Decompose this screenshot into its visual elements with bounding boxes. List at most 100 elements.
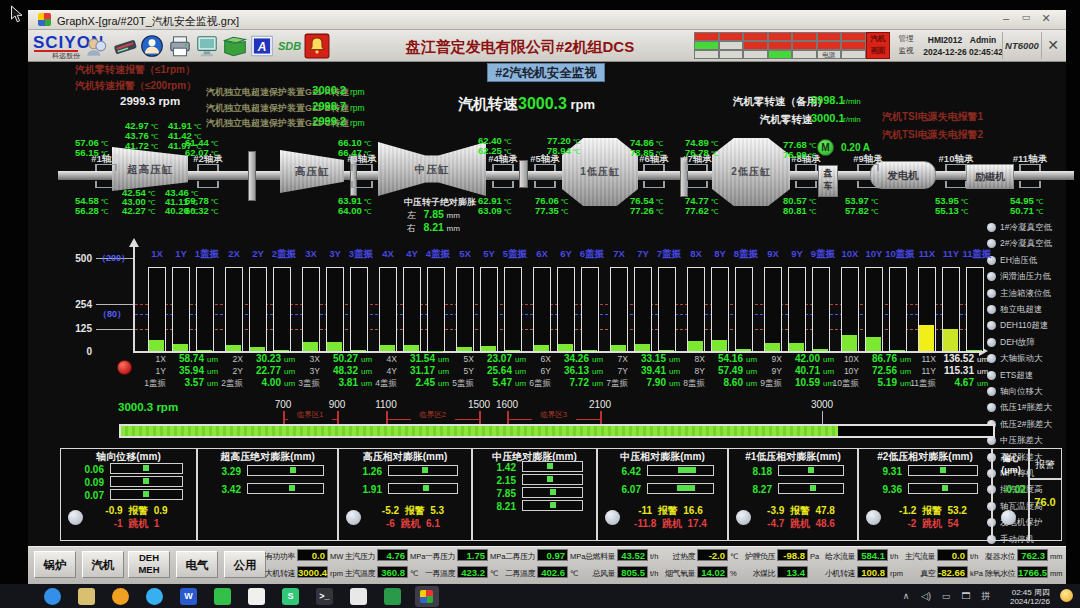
nav-button-deh[interactable]: DEHMEH xyxy=(128,551,170,578)
word-app-icon[interactable]: W xyxy=(180,588,197,605)
alarm-matrix-cell xyxy=(768,32,793,41)
gauge-indicator xyxy=(550,502,556,508)
alarm-bell-icon[interactable] xyxy=(304,33,330,59)
s-app-icon[interactable]: S xyxy=(282,588,299,605)
legend-item-label: 独立电超速 xyxy=(1000,304,1043,316)
reading-unit: t/h xyxy=(890,552,898,561)
vibration-table-label: 10Y xyxy=(827,366,859,376)
chart-bar-fill xyxy=(842,335,857,351)
screen: GraphX-[gra/#20T_汽机安全监视.grx] – ▭ ✕ SCIYO… xyxy=(0,0,1080,608)
reading-value: 13.4 xyxy=(777,566,808,578)
toolbar-close-icon[interactable]: ✕ xyxy=(1044,36,1062,54)
gauge-value: 0.06 xyxy=(62,464,104,475)
chart-status-dot xyxy=(117,360,132,375)
legend-item-label: 2#冷凝真空低 xyxy=(1000,238,1052,250)
reading-label: 烟气氧量 xyxy=(662,568,695,579)
rpm-zone-tick xyxy=(337,411,339,424)
chart-bar-fill xyxy=(866,337,881,351)
panel-alarm-row: -3.9 报警 47.8 xyxy=(748,504,854,518)
chart-bar-fill xyxy=(149,340,164,351)
chart-bar-fill xyxy=(481,346,496,351)
alarm-matrix-cell xyxy=(792,50,817,59)
vibration-table-value: 7.72 xyxy=(551,377,589,388)
reading-unit: ℃ xyxy=(730,552,738,561)
panel-alarm-label: 报警 xyxy=(1030,458,1060,472)
alarm-matrix-cell xyxy=(743,41,768,50)
nav-button-汽机[interactable]: 汽机 xyxy=(82,551,124,578)
vibration-table-value: 30.23 xyxy=(243,353,281,364)
reading-label: 水煤比 xyxy=(742,568,775,579)
bearing-bracket xyxy=(351,181,373,188)
rpm-zone-tick xyxy=(283,411,285,424)
g11-speed-unit: rpm xyxy=(350,118,365,128)
speaker-icon[interactable]: ◁) xyxy=(918,590,934,603)
vibration-table-value: 7.90 xyxy=(628,377,666,388)
uhp-bottom-temp: 40.20 ℃ xyxy=(165,206,199,217)
legend-item-label: 大轴振动大 xyxy=(1000,353,1043,365)
panel-alarm-value: 76.0 xyxy=(1030,496,1060,508)
nav-button-锅炉[interactable]: 锅炉 xyxy=(34,551,76,578)
chevron-up-icon[interactable]: ∧ xyxy=(898,590,914,603)
reading-value: 43.52 xyxy=(617,549,648,561)
operator-icon[interactable] xyxy=(139,33,165,59)
terminal-icon[interactable]: >_ xyxy=(316,588,333,605)
folder-icon[interactable] xyxy=(222,33,248,59)
gauge-value: 1.42 xyxy=(474,462,516,473)
sdb-icon[interactable]: SDB xyxy=(277,36,303,56)
vibration-table-label: 11盖振 xyxy=(904,378,936,390)
document-icon[interactable] xyxy=(350,588,367,605)
alarm-matrix-cell xyxy=(792,32,817,41)
notes-app-icon[interactable] xyxy=(248,588,265,605)
vibration-table-value: 35.94 xyxy=(166,365,204,376)
mode-indicator[interactable]: 管理监视 xyxy=(893,33,919,59)
gauge-indicator xyxy=(547,463,553,469)
bearing-bracket xyxy=(945,164,967,171)
gauge-value: 8.27 xyxy=(730,484,772,495)
vibration-table-value: 33.15 xyxy=(628,353,666,364)
legend-item-label: DEH110超速 xyxy=(1000,320,1049,332)
close-button[interactable]: ✕ xyxy=(1038,12,1054,26)
tools-icon[interactable] xyxy=(112,33,138,59)
vibration-table-label: 6盖振 xyxy=(519,378,551,390)
chart-bar-fill xyxy=(457,347,472,351)
motor-current: 0.20 A xyxy=(841,142,870,153)
panel-divider xyxy=(1029,478,1062,480)
reading-value: 762.3 xyxy=(1017,549,1048,561)
nav-button-电气[interactable]: 电气 xyxy=(176,551,218,578)
weather-icon[interactable] xyxy=(1060,589,1073,602)
gauge-indicator xyxy=(290,467,296,473)
folder-icon[interactable] xyxy=(78,588,95,605)
chart-bar xyxy=(379,267,397,352)
chat-icon[interactable]: ▭ xyxy=(938,590,954,603)
display-icon[interactable]: 🗖 xyxy=(958,590,974,603)
bearing-bracket xyxy=(686,164,708,171)
wechat-icon[interactable] xyxy=(214,588,231,605)
nav-button-公用[interactable]: 公用 xyxy=(224,551,266,578)
reading-label: 炉膛负压 xyxy=(742,551,775,562)
users-icon[interactable] xyxy=(84,33,110,59)
ime-icon[interactable]: 拼 xyxy=(978,590,994,603)
maximize-button[interactable]: ▭ xyxy=(1018,12,1034,26)
reading-unit: mm xyxy=(1050,569,1063,578)
gauge-indicator xyxy=(289,485,295,491)
vibration-table-label: 2X xyxy=(211,354,243,364)
monitor-icon[interactable] xyxy=(194,33,220,59)
reading-unit: t/h xyxy=(650,552,658,561)
printer-icon[interactable] xyxy=(167,33,193,59)
turbine-alarm-button[interactable]: 汽机画面 xyxy=(866,32,890,59)
panel-status-dot xyxy=(866,510,881,525)
qq-icon[interactable] xyxy=(146,588,163,605)
hmi-name: HMI2012 xyxy=(922,35,968,45)
gauge-indicator xyxy=(940,467,946,473)
finance-app-icon[interactable] xyxy=(112,588,129,605)
panel-title: 轴向位移(mm) xyxy=(62,450,195,464)
chart-bar xyxy=(148,267,166,352)
cube-app-icon[interactable] xyxy=(384,588,401,605)
gauge-indicator xyxy=(547,476,553,482)
ja-icon[interactable]: A xyxy=(249,33,275,59)
minimize-button[interactable]: – xyxy=(998,12,1014,26)
edge-browser-icon[interactable] xyxy=(44,588,61,605)
chart-bar-fill xyxy=(765,343,780,351)
ip-expansion-right: 右 8.21 mm xyxy=(407,221,460,235)
bearing-temp: 50.71 ℃ xyxy=(1010,206,1044,217)
